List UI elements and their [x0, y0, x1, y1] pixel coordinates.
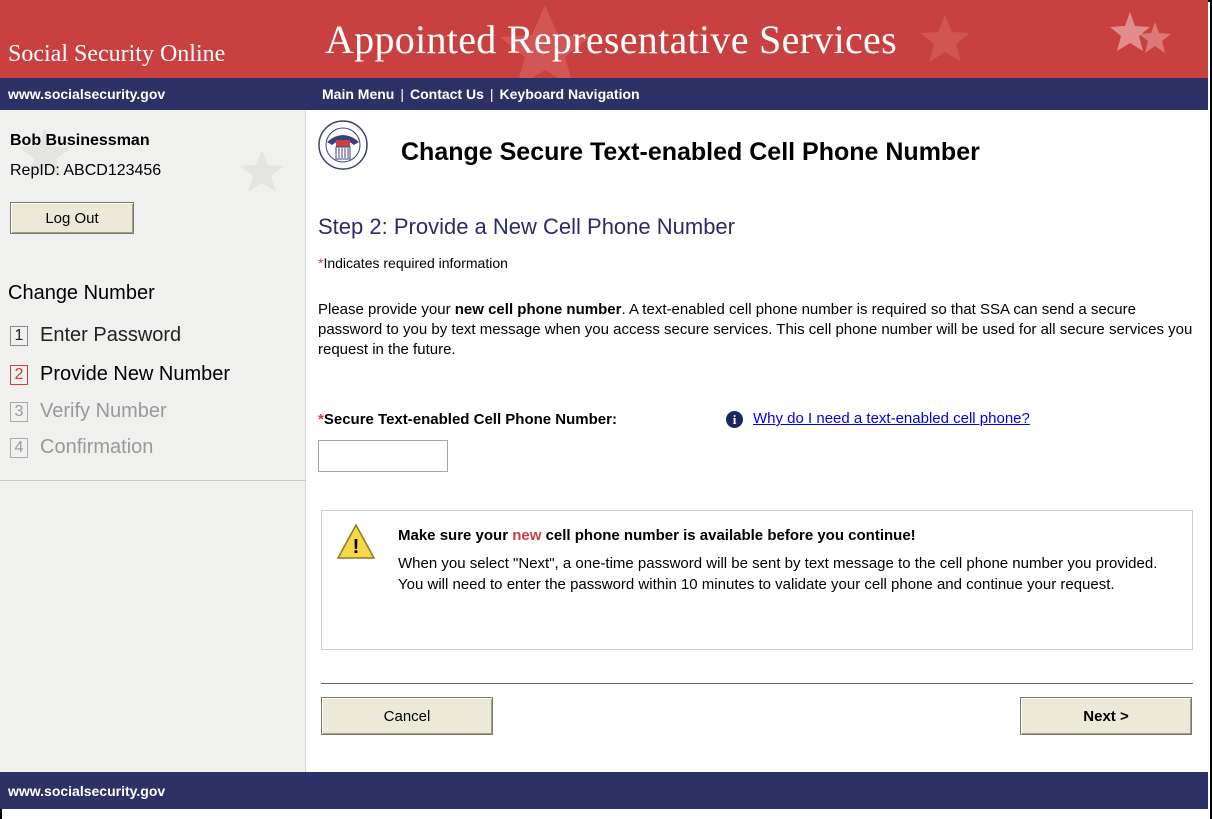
- required-note: *Indicates required information: [318, 255, 508, 271]
- warning-box: ! Make sure your new cell phone number i…: [321, 510, 1193, 650]
- user-panel: Bob Businessman RepID: ABCD123456 Log Ou…: [0, 110, 305, 480]
- warning-title-highlight: new: [512, 527, 542, 544]
- why-text-enabled-link[interactable]: Why do I need a text-enabled cell phone?: [753, 410, 1030, 427]
- step-item-provide-new-number: 2 Provide New Number: [10, 363, 230, 386]
- user-name: Bob Businessman: [10, 132, 150, 149]
- app-title: Appointed Representative Services: [325, 17, 897, 62]
- required-note-text: Indicates required information: [323, 255, 508, 271]
- step-label: Provide New Number: [40, 363, 231, 385]
- step-number: 3: [10, 401, 28, 422]
- warning-text: When you select "Next", a one-time passw…: [398, 555, 1158, 593]
- step-label: Confirmation: [40, 436, 154, 458]
- warning-glyph: !: [353, 536, 360, 558]
- step-item-confirmation: 4 Confirmation: [10, 436, 153, 459]
- step-number: 1: [10, 325, 28, 346]
- step-number: 2: [10, 364, 28, 385]
- intro-paragraph: Please provide your new cell phone numbe…: [318, 300, 1196, 360]
- warning-title-text: Make sure your: [398, 527, 513, 544]
- intro-text: Please provide your: [318, 301, 455, 318]
- info-icon[interactable]: i: [726, 411, 743, 428]
- footer-bar: www.socialsecurity.gov: [0, 772, 1208, 809]
- page-title: Change Secure Text-enabled Cell Phone Nu…: [401, 138, 980, 166]
- nav-separator: |: [489, 86, 494, 102]
- rep-id: RepID: ABCD123456: [10, 162, 162, 179]
- next-button[interactable]: Next >: [1020, 697, 1192, 735]
- steps-title: Change Number: [8, 282, 155, 304]
- cell-phone-input[interactable]: [318, 440, 448, 472]
- logout-button[interactable]: Log Out: [10, 202, 134, 234]
- step-item-enter-password: 1 Enter Password: [10, 324, 181, 347]
- intro-bold-text: new cell phone number: [454, 301, 622, 318]
- phone-field-label-text: Secure Text-enabled Cell Phone Number:: [323, 411, 617, 428]
- cancel-button[interactable]: Cancel: [321, 697, 493, 735]
- footer-url-link[interactable]: www.socialsecurity.gov: [8, 783, 165, 799]
- warning-title-text: cell phone number is available before yo…: [541, 527, 916, 544]
- sidebar-divider: [0, 480, 306, 481]
- contact-us-link[interactable]: Contact Us: [410, 86, 484, 102]
- ssa-seal-icon: [318, 120, 368, 170]
- warning-icon: !: [336, 523, 376, 559]
- phone-field-label: *Secure Text-enabled Cell Phone Number:: [318, 411, 617, 428]
- warning-title: Make sure your new cell phone number is …: [398, 527, 916, 544]
- step-label: Verify Number: [40, 400, 167, 422]
- top-nav-links: Main Menu | Contact Us | Keyboard Navigation: [322, 86, 640, 102]
- actions-divider: [321, 683, 1193, 684]
- site-url-link[interactable]: www.socialsecurity.gov: [8, 86, 165, 102]
- header-banner: Social Security Online Appointed Represe…: [0, 0, 1208, 78]
- step-item-verify-number: 3 Verify Number: [10, 400, 167, 423]
- nav-bar: www.socialsecurity.gov Main Menu | Contact…: [0, 78, 1208, 110]
- nav-separator: |: [400, 86, 404, 102]
- sidebar: Bob Businessman RepID: ABCD123456 Log Ou…: [0, 110, 306, 772]
- site-title: Social Security Online: [8, 41, 226, 67]
- keyboard-navigation-link[interactable]: Keyboard Navigation: [500, 86, 640, 102]
- step-heading: Step 2: Provide a New Cell Phone Number: [318, 214, 735, 239]
- main-menu-link[interactable]: Main Menu: [322, 86, 394, 102]
- step-number: 4: [10, 437, 28, 458]
- step-label: Enter Password: [40, 324, 182, 346]
